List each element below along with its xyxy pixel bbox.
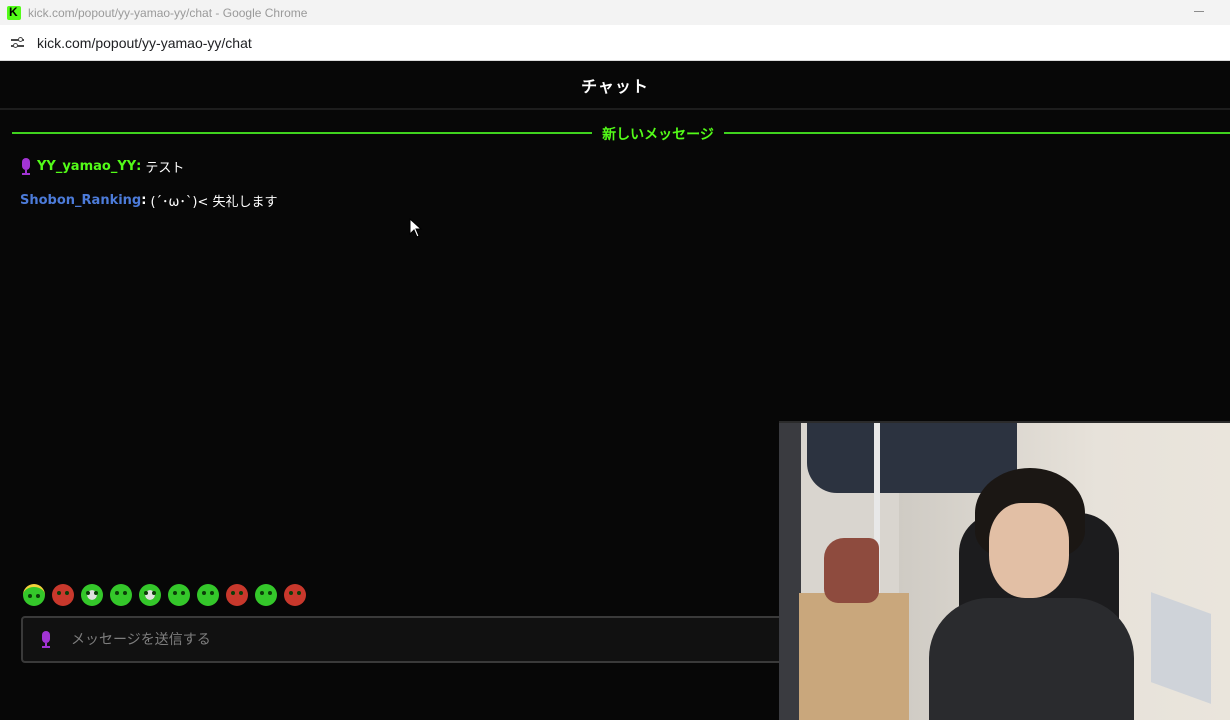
angry-emote[interactable] (52, 584, 74, 606)
chef-emote[interactable] (139, 584, 161, 606)
think-emote[interactable] (255, 584, 277, 606)
webcam-overlay (779, 421, 1230, 720)
chat-message-input[interactable] (71, 631, 671, 648)
new-messages-label: 新しいメッセージ (602, 127, 714, 143)
hat-emote[interactable] (226, 584, 248, 606)
username-colon: : (141, 193, 147, 208)
chat-message: YY_yamao_YY: テスト (20, 157, 184, 176)
chat-username[interactable]: Shobon_Ranking (20, 193, 141, 208)
glasses-emote[interactable] (81, 584, 103, 606)
url-text[interactable]: kick.com/popout/yy-yamao-yy/chat (37, 35, 252, 51)
mic-icon[interactable] (40, 631, 51, 648)
chat-input-box[interactable] (21, 616, 801, 663)
chat-title: チャット (581, 77, 649, 96)
chat-message-text: テスト (145, 161, 185, 176)
emote-bar (23, 584, 306, 606)
username-colon: : (136, 159, 142, 174)
chat-message: Shobon_Ranking: (´･ω･`)< 失礼します (20, 191, 278, 210)
kick-logo-icon (7, 5, 21, 20)
smile-emote[interactable] (110, 584, 132, 606)
window-title: kick.com/popout/yy-yamao-yy/chat - Googl… (28, 5, 308, 20)
grin-emote[interactable] (168, 584, 190, 606)
love-emote[interactable] (284, 584, 306, 606)
divider-line-left (12, 132, 592, 134)
chat-message-text: (´･ω･`)< 失礼します (150, 195, 278, 210)
minimize-button[interactable] (1194, 11, 1204, 12)
halo-emote[interactable] (23, 584, 45, 606)
chat-header: チャット (0, 62, 1230, 110)
site-settings-icon[interactable] (10, 35, 26, 51)
divider-line-right (724, 132, 1230, 134)
mic-icon (20, 158, 31, 175)
wave-emote[interactable] (197, 584, 219, 606)
address-bar[interactable]: kick.com/popout/yy-yamao-yy/chat (0, 25, 1230, 61)
chat-username[interactable]: YY_yamao_YY (37, 159, 136, 174)
new-messages-divider: 新しいメッセージ (12, 122, 1230, 143)
window-titlebar: kick.com/popout/yy-yamao-yy/chat - Googl… (0, 0, 1230, 25)
